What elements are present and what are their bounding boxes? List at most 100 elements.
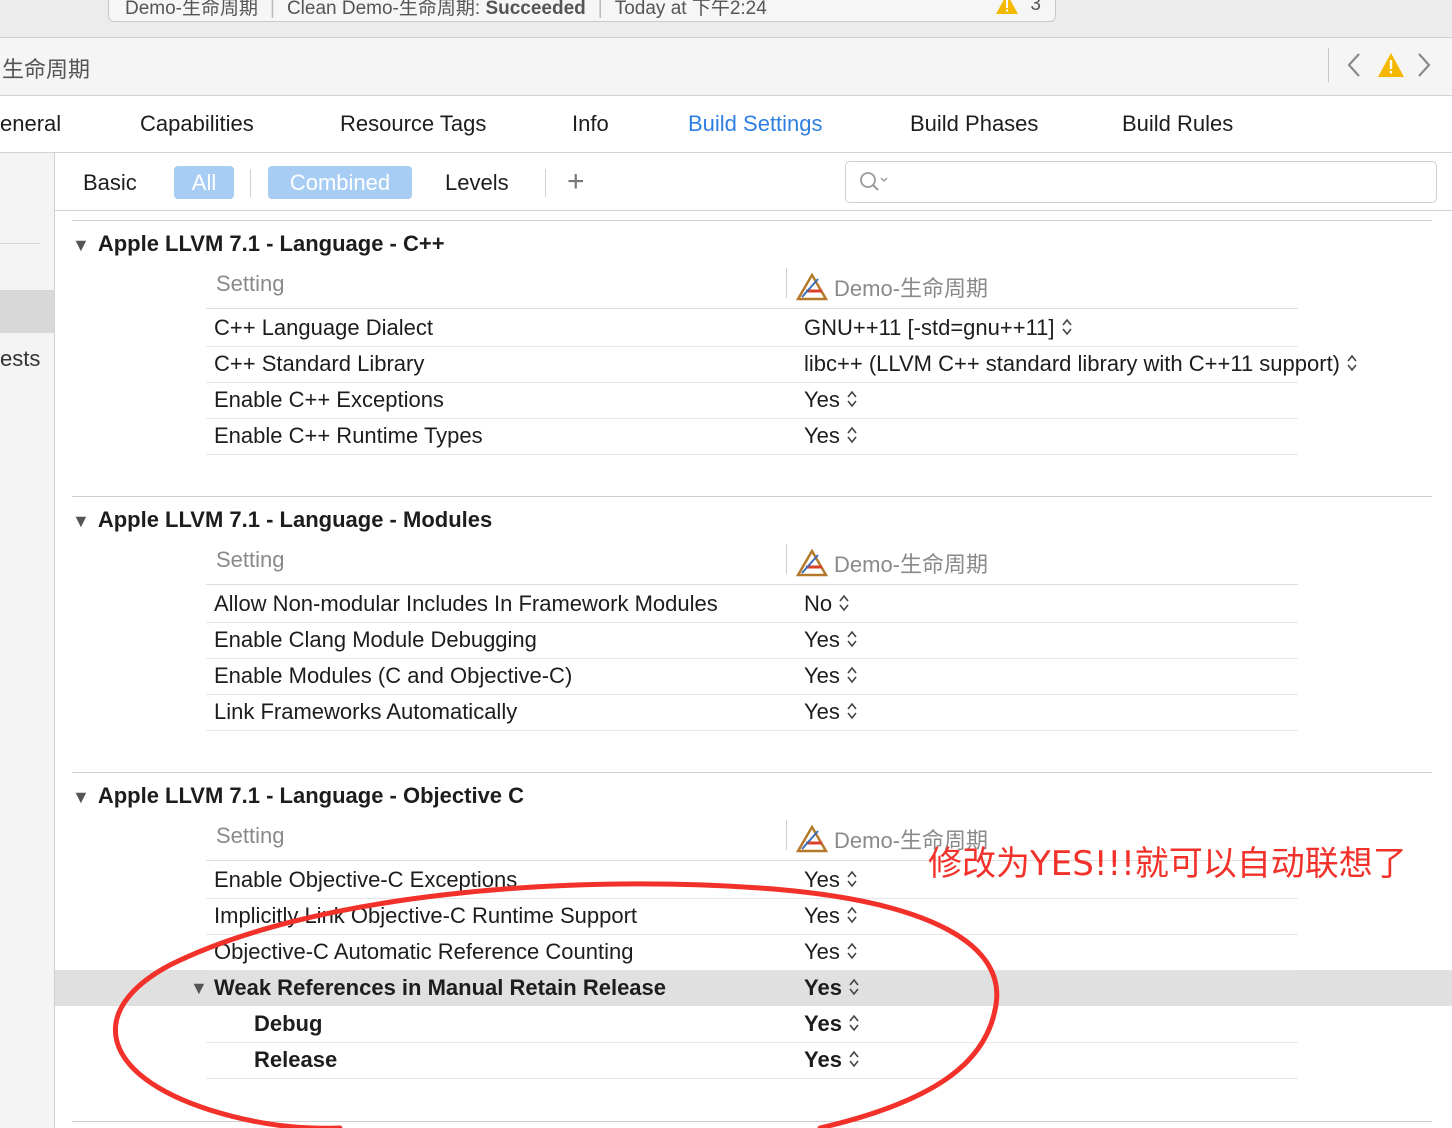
setting-row[interactable]: Enable Clang Module Debugging Yes (206, 622, 1298, 659)
section-divider (72, 772, 1432, 773)
column-header-setting[interactable]: Setting (216, 823, 285, 849)
setting-row[interactable]: Enable C++ Runtime Types Yes (206, 418, 1298, 455)
setting-name: Enable Clang Module Debugging (214, 627, 537, 652)
stepper-icon (1061, 318, 1072, 336)
column-separator (786, 820, 787, 850)
setting-value[interactable]: libc++ (LLVM C++ standard library with C… (804, 351, 1358, 377)
warning-count: 3 (1030, 0, 1041, 15)
setting-name: Enable Objective-C Exceptions (214, 867, 518, 892)
stepper-icon (839, 594, 849, 612)
setting-value[interactable]: GNU++11 [-std=gnu++11] (804, 315, 1073, 341)
setting-row[interactable]: Objective-C Automatic Reference Counting… (206, 934, 1298, 971)
disclosure-triangle-icon[interactable]: ▼ (72, 511, 90, 532)
setting-row[interactable]: C++ Language Dialect GNU++11 [-std=gnu++1… (206, 310, 1298, 347)
setting-row[interactable]: Enable C++ Exceptions Yes (206, 382, 1298, 419)
tab-build-rules[interactable]: Build Rules (1122, 111, 1233, 137)
target-app-icon (795, 272, 834, 301)
jump-bar: 生命周期 (0, 38, 1452, 96)
section-header[interactable]: ▼ Apple LLVM 7.1 - Language - C++ (72, 231, 445, 257)
section-title: Apple LLVM 7.1 - Language - Modules (97, 507, 493, 532)
setting-name: Debug (254, 1011, 323, 1036)
column-header-setting[interactable]: Setting (216, 547, 285, 573)
setting-name: Link Frameworks Automatically (214, 699, 518, 724)
warning-icon[interactable] (1377, 52, 1405, 83)
stepper-icon (1347, 354, 1357, 372)
activity-time: Today at 下午2:24 (614, 0, 767, 19)
build-settings-filter-bar: Basic All Combined Levels + (55, 153, 1452, 211)
section-header[interactable]: ▼ Apple LLVM 7.1 - Language - Objective C (72, 783, 524, 809)
setting-value[interactable]: Yes (804, 867, 858, 893)
tab-general[interactable]: eneral (0, 111, 61, 137)
setting-value[interactable]: Yes (804, 423, 858, 449)
setting-name: C++ Standard Library (214, 351, 425, 376)
filter-separator (250, 169, 251, 197)
setting-row[interactable]: Link Frameworks Automatically Yes (206, 694, 1298, 731)
targets-sidebar: ests (0, 153, 55, 1128)
setting-value[interactable]: Yes (804, 387, 858, 413)
activity-scheme: Demo-生命周期 (125, 0, 259, 19)
tab-capabilities[interactable]: Capabilities (140, 111, 254, 137)
setting-value[interactable]: Yes (804, 975, 860, 1001)
column-header-target[interactable]: Demo-生命周期 (795, 271, 988, 303)
setting-name: Release (254, 1047, 338, 1072)
activity-viewer[interactable]: Demo-生命周期 | Clean Demo-生命周期: Succeeded | Tod… (108, 0, 1056, 22)
stepper-icon (847, 870, 857, 888)
header-divider (206, 308, 1298, 309)
setting-row-expanded[interactable]: ▼ Weak References in Manual Retain Releas… (190, 970, 1298, 1007)
setting-name: Enable Modules (C and Objective-C) (214, 663, 573, 688)
disclosure-triangle-icon[interactable]: ▼ (72, 787, 90, 808)
section-title: Apple LLVM 7.1 - Language - Objective C (97, 783, 525, 808)
setting-value[interactable]: Yes (804, 1011, 860, 1037)
column-header-target[interactable]: Demo-生命周期 (795, 547, 988, 579)
setting-value[interactable]: Yes (804, 663, 858, 689)
setting-value[interactable]: Yes (804, 627, 858, 653)
disclosure-triangle-icon[interactable]: ▼ (72, 235, 90, 256)
stepper-icon (847, 906, 857, 924)
setting-row[interactable]: Allow Non-modular Includes In Framework … (206, 586, 1298, 623)
setting-name: Enable C++ Runtime Types (214, 423, 483, 448)
setting-row[interactable]: Enable Modules (C and Objective-C) Yes (206, 658, 1298, 695)
setting-value[interactable]: Yes (804, 903, 858, 929)
tab-build-phases[interactable]: Build Phases (910, 111, 1038, 137)
stepper-icon (847, 390, 857, 408)
filter-all-button[interactable]: All (174, 166, 234, 199)
setting-name: Enable C++ Exceptions (214, 387, 444, 412)
column-header-setting[interactable]: Setting (216, 271, 285, 297)
add-setting-button[interactable]: + (567, 167, 585, 197)
setting-value[interactable]: No (804, 591, 850, 617)
setting-row[interactable]: C++ Standard Library libc++ (LLVM C++ sta… (206, 346, 1357, 383)
setting-name: Implicitly Link Objective-C Runtime Supp… (214, 903, 638, 928)
setting-row-debug[interactable]: Debug Yes (206, 1006, 1298, 1043)
filter-levels-button[interactable]: Levels (445, 166, 509, 199)
section-divider (72, 496, 1432, 497)
stepper-icon (847, 630, 857, 648)
setting-value[interactable]: Yes (804, 1047, 860, 1073)
sidebar-divider (0, 243, 40, 244)
filter-basic-button[interactable]: Basic (83, 166, 137, 199)
sidebar-item-selected[interactable] (0, 290, 54, 333)
setting-name: Allow Non-modular Includes In Framework … (214, 591, 718, 616)
tab-info[interactable]: Info (572, 111, 609, 137)
section-header[interactable]: ▼ Apple LLVM 7.1 - Language - Modules (72, 507, 492, 533)
section-divider (72, 1121, 1432, 1122)
breadcrumb[interactable]: 生命周期 (2, 52, 90, 84)
disclosure-triangle-icon[interactable]: ▼ (190, 978, 208, 999)
setting-row[interactable]: Implicitly Link Objective-C Runtime Supp… (206, 898, 1298, 935)
column-separator (786, 268, 787, 298)
tab-resource-tags[interactable]: Resource Tags (340, 111, 486, 137)
filter-combined-button[interactable]: Combined (268, 166, 412, 199)
target-app-icon (795, 548, 834, 577)
chevron-right-icon[interactable] (1414, 50, 1434, 85)
filter-separator (545, 169, 546, 197)
setting-value[interactable]: Yes (804, 699, 858, 725)
setting-value[interactable]: Yes (804, 939, 858, 965)
section-title: Apple LLVM 7.1 - Language - C++ (97, 231, 445, 256)
sidebar-item-label[interactable]: ests (0, 346, 40, 372)
stepper-icon (849, 1050, 859, 1068)
warning-icon[interactable] (995, 0, 1019, 20)
setting-row-release[interactable]: Release Yes (206, 1042, 1298, 1079)
search-input[interactable] (845, 161, 1437, 203)
tab-build-settings[interactable]: Build Settings (688, 111, 823, 137)
chevron-left-icon[interactable] (1344, 50, 1364, 85)
activity-status-prefix: Clean Demo-生命周期: (286, 0, 486, 19)
